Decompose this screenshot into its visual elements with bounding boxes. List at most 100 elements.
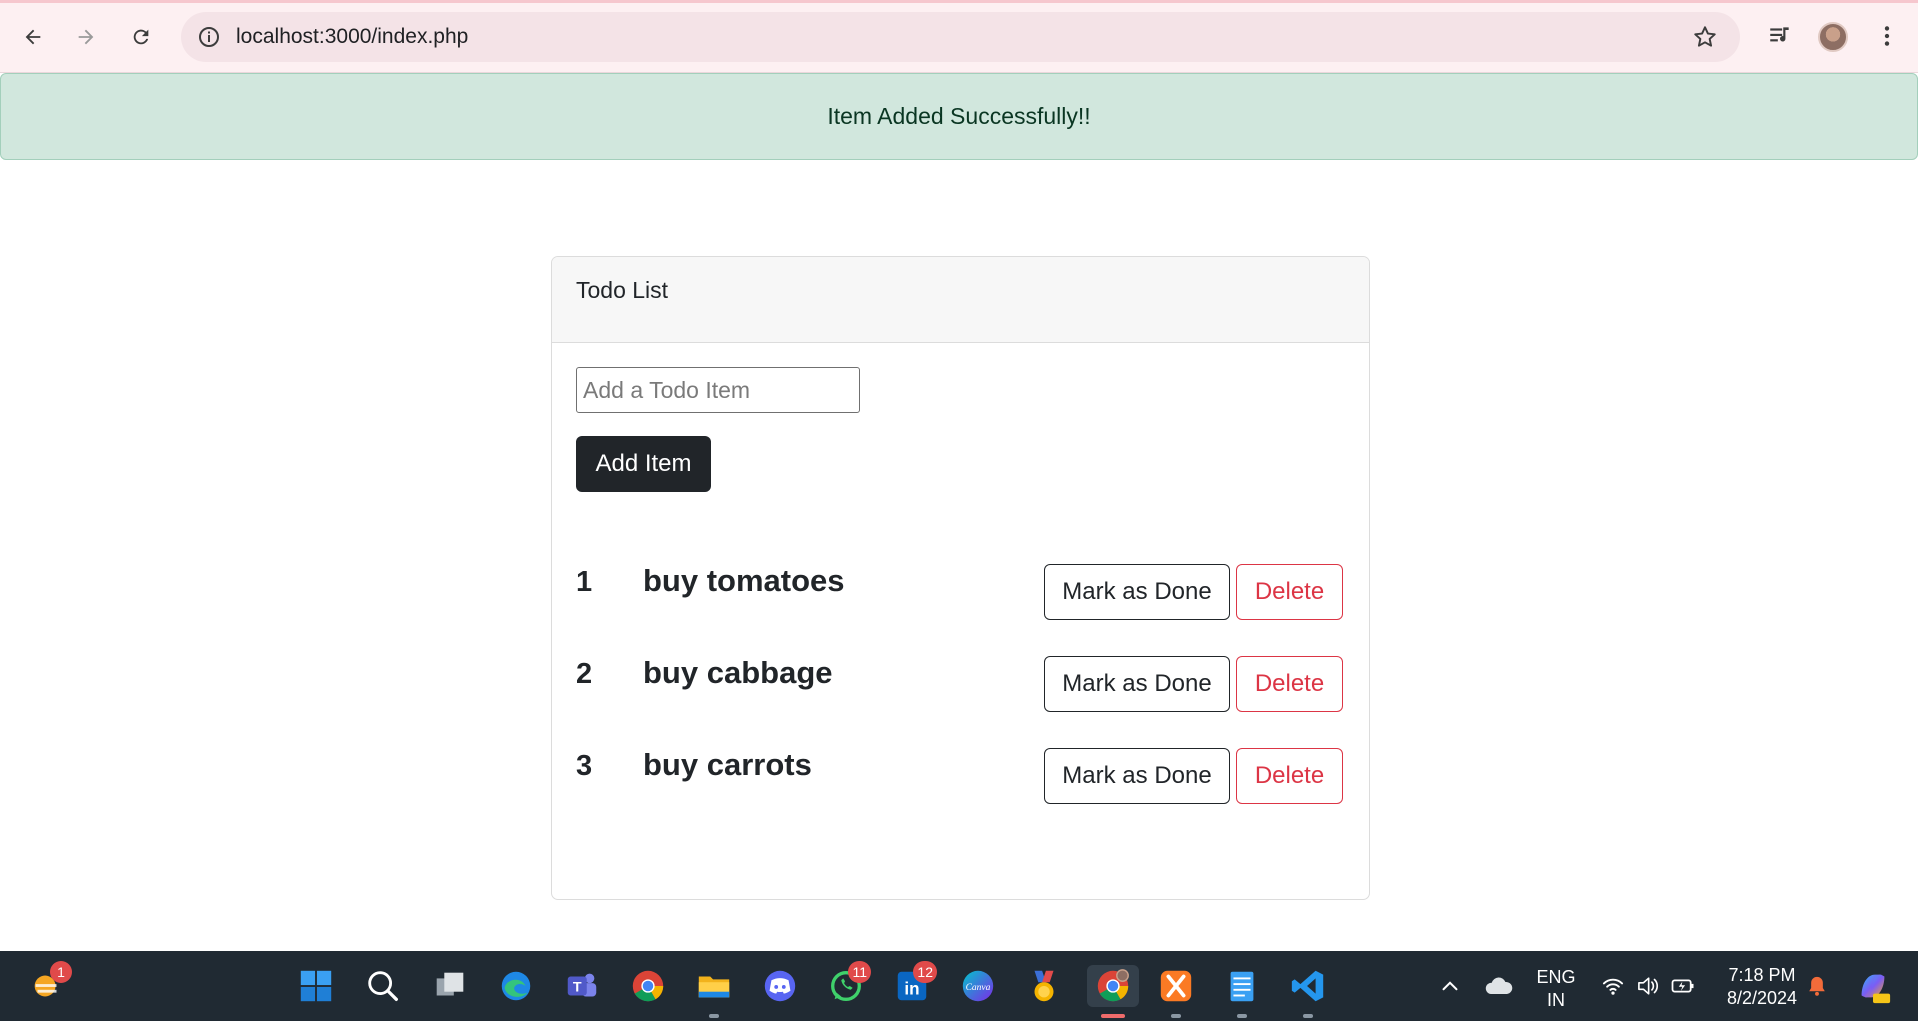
running-indicator <box>709 1014 719 1018</box>
svg-text:Canva: Canva <box>966 983 991 993</box>
browser-toolbar: localhost:3000/index.php <box>0 0 1918 73</box>
discord-icon <box>764 970 796 1002</box>
battery-tray[interactable] <box>1666 965 1700 1007</box>
notifications-button[interactable] <box>1800 965 1834 1007</box>
discord-app[interactable] <box>759 965 801 1007</box>
xampp-app[interactable] <box>1155 965 1197 1018</box>
running-indicator <box>1237 1014 1247 1018</box>
language-indicator[interactable]: ENG IN <box>1530 966 1582 1012</box>
edge-icon <box>501 971 531 1001</box>
arrow-left-icon <box>25 29 41 45</box>
clock[interactable]: 7:18 PM 8/2/2024 <box>1712 964 1812 1010</box>
todo-card: Todo List Add Item 1 buy tomatoes Mark a… <box>551 256 1370 900</box>
canva-icon: Canva <box>962 970 994 1002</box>
search-button[interactable] <box>362 965 404 1007</box>
tab-strip-edge <box>0 0 1918 3</box>
card-header: Todo List <box>552 257 1369 343</box>
vscode-icon <box>1291 970 1324 1002</box>
arrow-right-icon <box>78 29 94 45</box>
mark-done-button[interactable]: Mark as Done <box>1044 748 1230 804</box>
medal-icon <box>1034 970 1054 1002</box>
address-bar[interactable]: localhost:3000/index.php <box>181 12 1740 62</box>
chrome-icon <box>1097 969 1129 1002</box>
add-item-button[interactable]: Add Item <box>576 436 711 492</box>
canva-app[interactable]: Canva <box>957 965 999 1007</box>
reload-button[interactable] <box>121 17 161 57</box>
language-code: ENG <box>1536 967 1576 987</box>
more-vertical-icon <box>1884 26 1890 46</box>
bell-icon <box>1809 976 1825 996</box>
start-button[interactable] <box>295 965 337 1007</box>
todo-item-row: 2 buy cabbage Mark as Done Delete <box>576 655 1347 712</box>
notepad-app[interactable] <box>1221 965 1263 1018</box>
linkedin-app[interactable]: in 12 <box>891 961 937 1007</box>
running-indicator <box>1171 1014 1181 1018</box>
running-indicator <box>1303 1014 1313 1018</box>
mark-done-button[interactable]: Mark as Done <box>1044 564 1230 620</box>
todo-item-text: buy tomatoes <box>643 563 845 598</box>
task-view-icon <box>436 972 464 996</box>
chrome-app[interactable] <box>627 965 669 1007</box>
teams-app[interactable]: T <box>561 965 603 1007</box>
linkedin-badge: 12 <box>913 961 937 983</box>
edge-app[interactable] <box>495 965 537 1007</box>
notepad-icon <box>1230 971 1254 1002</box>
todo-item-number: 1 <box>576 566 593 598</box>
todo-item-text: buy cabbage <box>643 655 833 690</box>
windows-taskbar: 1 T 11 in 12 Canva ENG IN 7:18 PM 8/2/20… <box>0 951 1918 1021</box>
weather-widget[interactable]: 1 <box>26 961 72 1007</box>
wifi-icon <box>1602 978 1624 995</box>
vscode-app[interactable] <box>1287 965 1329 1018</box>
folder-icon <box>698 976 730 998</box>
todo-input[interactable] <box>576 367 860 413</box>
browser-menu-button[interactable] <box>1872 21 1902 51</box>
reload-icon <box>133 29 149 45</box>
card-title: Todo List <box>576 277 669 303</box>
active-indicator <box>1101 1014 1125 1018</box>
todo-item-number: 3 <box>576 750 593 782</box>
task-view-button[interactable] <box>429 965 471 1007</box>
weather-badge: 1 <box>50 961 72 983</box>
delete-button[interactable]: Delete <box>1236 656 1343 712</box>
success-alert: Item Added Successfully!! <box>0 73 1918 160</box>
speaker-icon <box>1638 977 1659 995</box>
clock-time: 7:18 PM <box>1728 965 1796 985</box>
copilot-button[interactable] <box>1850 965 1896 1007</box>
chrome-icon <box>632 970 664 1002</box>
delete-button[interactable]: Delete <box>1236 564 1343 620</box>
bookmark-star-icon[interactable] <box>1692 24 1718 50</box>
url-text[interactable]: localhost:3000/index.php <box>236 25 468 49</box>
chevron-up-icon <box>1442 981 1458 991</box>
onedrive-tray[interactable] <box>1479 965 1519 1007</box>
whatsapp-app[interactable]: 11 <box>825 961 871 1007</box>
cloud-icon <box>1485 977 1513 994</box>
wifi-tray[interactable] <box>1596 965 1630 1007</box>
info-icon[interactable] <box>197 25 221 49</box>
todo-item-row: 3 buy carrots Mark as Done Delete <box>576 747 1347 804</box>
playlist-music-icon <box>1770 27 1789 42</box>
file-explorer-app[interactable] <box>693 965 735 1018</box>
todo-item-text: buy carrots <box>643 747 812 782</box>
teams-icon: T <box>567 973 597 997</box>
show-hidden-icons-button[interactable] <box>1432 965 1468 1007</box>
back-button[interactable] <box>13 17 53 57</box>
media-control-button[interactable] <box>1765 21 1795 51</box>
mark-done-button[interactable]: Mark as Done <box>1044 656 1230 712</box>
medal-app[interactable] <box>1023 965 1065 1007</box>
todo-item-number: 2 <box>576 658 593 690</box>
delete-button[interactable]: Delete <box>1236 748 1343 804</box>
region-code: IN <box>1547 990 1565 1010</box>
xampp-icon <box>1160 970 1192 1002</box>
forward-button[interactable] <box>66 17 106 57</box>
svg-text:T: T <box>573 980 582 996</box>
volume-tray[interactable] <box>1631 965 1665 1007</box>
chrome-app-active[interactable] <box>1087 965 1139 1018</box>
svg-text:in: in <box>904 980 919 999</box>
whatsapp-badge: 11 <box>848 961 871 983</box>
copilot-icon <box>1861 974 1891 1004</box>
alert-message: Item Added Successfully!! <box>827 103 1091 129</box>
battery-icon <box>1671 979 1694 993</box>
windows-logo-icon <box>300 970 332 1002</box>
todo-item-row: 1 buy tomatoes Mark as Done Delete <box>576 563 1347 620</box>
profile-avatar[interactable] <box>1818 22 1848 52</box>
